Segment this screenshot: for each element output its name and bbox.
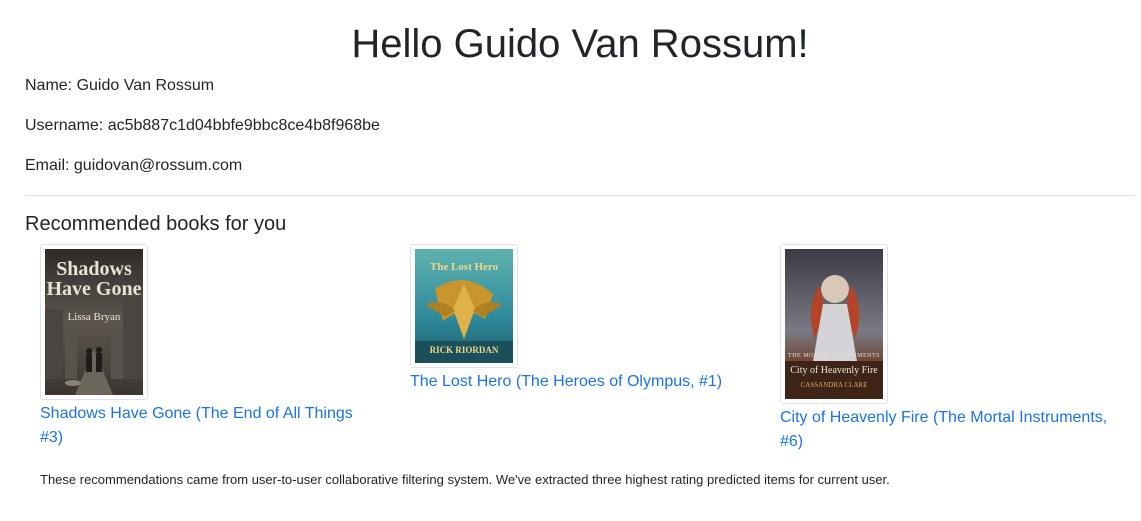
book-card: Shadows Have Gone Lissa Bryan Shadows Ha… xyxy=(40,244,370,450)
book-cover-link[interactable]: THE MORTAL INSTRUMENTS City of Heavenly … xyxy=(780,244,888,404)
recommendations-title: Recommended books for you xyxy=(25,213,287,235)
cover-author: Lissa Bryan xyxy=(67,311,121,323)
cover-title: The Lost Hero xyxy=(429,261,499,273)
profile-username: Username: ac5b887c1d04bbfe9bbc8ce4b8f968… xyxy=(25,117,380,134)
book-cover-link[interactable]: Shadows Have Gone Lissa Bryan xyxy=(40,244,148,400)
book-title-link[interactable]: City of Heavenly Fire (The Mortal Instru… xyxy=(780,406,1110,454)
cover-title-line: Shadows xyxy=(56,258,132,280)
book-cover-image: THE MORTAL INSTRUMENTS City of Heavenly … xyxy=(785,249,883,399)
profile-page: Hello Guido Van Rossum! Name: Guido Van … xyxy=(0,0,1141,521)
book-title-link[interactable]: The Lost Hero (The Heroes of Olympus, #1… xyxy=(410,370,750,394)
book-cover-link[interactable]: The Lost Hero RICK RIORDAN xyxy=(410,244,518,368)
book-cover-image: Shadows Have Gone Lissa Bryan xyxy=(45,249,143,395)
cover-author: CASSANDRA CLARE xyxy=(800,381,868,389)
cover-title: City of Heavenly Fire xyxy=(790,365,878,376)
section-divider xyxy=(25,195,1135,196)
profile-email: Email: guidovan@rossum.com xyxy=(25,157,243,174)
profile-name: Name: Guido Van Rossum xyxy=(25,77,215,94)
page-title: Hello Guido Van Rossum! xyxy=(351,22,809,66)
cover-title-line: Have Gone xyxy=(46,278,142,300)
book-card: THE MORTAL INSTRUMENTS City of Heavenly … xyxy=(780,244,1120,454)
cover-series: THE MORTAL INSTRUMENTS xyxy=(788,353,880,359)
book-cover-image: The Lost Hero RICK RIORDAN xyxy=(415,249,513,363)
book-card: The Lost Hero RICK RIORDAN The Lost Hero… xyxy=(410,244,750,394)
recommendations-note: These recommendations came from user-to-… xyxy=(40,472,890,487)
cover-author: RICK RIORDAN xyxy=(429,345,499,355)
book-title-link[interactable]: Shadows Have Gone (The End of All Things… xyxy=(40,402,360,450)
